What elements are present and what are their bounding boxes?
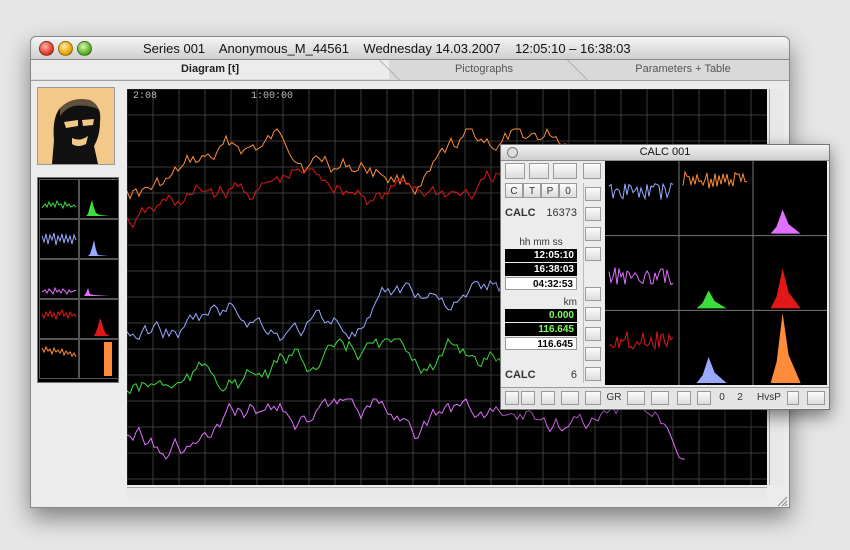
title-bar[interactable]: Series 001 Anonymous_M_44561 Wednesday 1…: [31, 37, 789, 60]
calc-chart-grid[interactable]: [605, 161, 827, 385]
time-start-value: 12:05:10: [505, 249, 577, 262]
zoom-button[interactable]: [77, 41, 92, 56]
step-icon[interactable]: [585, 307, 601, 321]
time-label-start: 2:08: [133, 91, 158, 102]
scroll-down-icon[interactable]: [585, 367, 601, 381]
calc-histogram: [770, 209, 801, 234]
time-duration-value: 04:32:53: [505, 277, 577, 290]
mini-trace-blue[interactable]: [39, 219, 79, 259]
calc-histogram: [696, 357, 727, 383]
calc-histogram: [770, 268, 801, 309]
tab-diagram[interactable]: Diagram [t]: [31, 60, 389, 79]
mini-hist-red[interactable]: [79, 299, 119, 339]
horizontal-scrollbar[interactable]: [127, 487, 767, 500]
calc-trace: [682, 170, 748, 189]
step-icon[interactable]: [585, 327, 601, 341]
calc-histogram: [696, 290, 727, 309]
mini-hist-orange[interactable]: [79, 339, 119, 379]
calc2-label: CALC: [505, 369, 536, 381]
km-header: km: [563, 297, 577, 308]
mini-trace-green[interactable]: [39, 179, 79, 219]
calc-trace: [608, 331, 674, 351]
window-title: Series 001 Anonymous_M_44561 Wednesday 1…: [143, 41, 631, 56]
calc-value: 16373: [546, 207, 577, 219]
calc-side-controls: [583, 183, 602, 383]
gr-label[interactable]: GR: [605, 391, 623, 405]
step-icon[interactable]: [585, 227, 601, 241]
checkbox-icon[interactable]: [787, 391, 799, 405]
window-icon[interactable]: [529, 163, 549, 179]
checkbox-icon[interactable]: [677, 391, 691, 405]
calc-title: CALC 001: [639, 146, 691, 158]
mode-c-button[interactable]: C: [505, 183, 523, 198]
calc-label: CALC: [505, 207, 536, 219]
resize-grip-icon[interactable]: [776, 495, 788, 507]
mini-trace-violet[interactable]: [39, 259, 79, 299]
calc-bottom-toolbar: GR 0 2 HvsP: [501, 387, 829, 408]
calc-palette: CALC 001 C T P 0 CALC 16373 hh mm ss 12:…: [500, 144, 830, 410]
mode-t-button[interactable]: T: [523, 183, 541, 198]
minimize-button[interactable]: [58, 41, 73, 56]
km-distance-value: 116.645: [505, 337, 577, 350]
hvsp-button[interactable]: HvsP: [753, 391, 785, 405]
layout-icon[interactable]: [505, 391, 519, 405]
copy-icon[interactable]: [541, 391, 555, 405]
count-two: 2: [737, 392, 743, 403]
time-label-hour: 1:00:00: [251, 91, 294, 102]
subject-portrait[interactable]: [37, 87, 115, 165]
mode-p-button[interactable]: P: [541, 183, 559, 198]
km-start-value: 0.000: [505, 309, 577, 322]
calc2-value: 6: [570, 369, 577, 381]
tab-bar: Diagram [t] Pictographs Parameters + Tab…: [31, 60, 789, 81]
calc-trace: [608, 182, 674, 201]
layout-icon[interactable]: [521, 391, 535, 405]
km-end-value: 116.645: [505, 323, 577, 336]
scroll-down-icon[interactable]: [585, 247, 601, 261]
count-zero: 0: [719, 392, 725, 403]
calc-histogram: [770, 313, 801, 383]
tab-pictographs[interactable]: Pictographs: [395, 60, 573, 79]
mini-trace-red[interactable]: [39, 299, 79, 339]
mini-chart-grid[interactable]: [37, 177, 119, 383]
mini-hist-violet[interactable]: [79, 259, 119, 299]
portrait-image: [38, 88, 114, 164]
time-end-value: 16:38:03: [505, 263, 577, 276]
time-header: hh mm ss: [519, 237, 563, 248]
camera-icon[interactable]: [561, 391, 579, 405]
mode-0-button[interactable]: 0: [559, 183, 577, 198]
calc-chart-canvas: [605, 161, 827, 385]
scroll-up-icon[interactable]: [585, 287, 601, 301]
camera-icon[interactable]: [807, 391, 825, 405]
image-icon[interactable]: [627, 391, 645, 405]
camera-view-icon[interactable]: [553, 163, 577, 179]
mini-trace-orange[interactable]: [39, 339, 79, 379]
grid-view-icon[interactable]: [583, 163, 601, 179]
select-rect-icon[interactable]: [505, 163, 525, 179]
calc-title-bar[interactable]: CALC 001: [501, 145, 829, 161]
camera-icon[interactable]: [651, 391, 669, 405]
mini-hist-blue[interactable]: [79, 219, 119, 259]
step-icon[interactable]: [585, 347, 601, 361]
scroll-up-icon[interactable]: [585, 187, 601, 201]
close-button[interactable]: [39, 41, 54, 56]
mini-hist-green[interactable]: [79, 179, 119, 219]
checkbox-icon[interactable]: [697, 391, 711, 405]
step-icon[interactable]: [585, 207, 601, 221]
tab-parameters-table[interactable]: Parameters + Table: [583, 60, 783, 79]
calc-trace: [608, 267, 674, 286]
list-icon[interactable]: [585, 391, 601, 405]
